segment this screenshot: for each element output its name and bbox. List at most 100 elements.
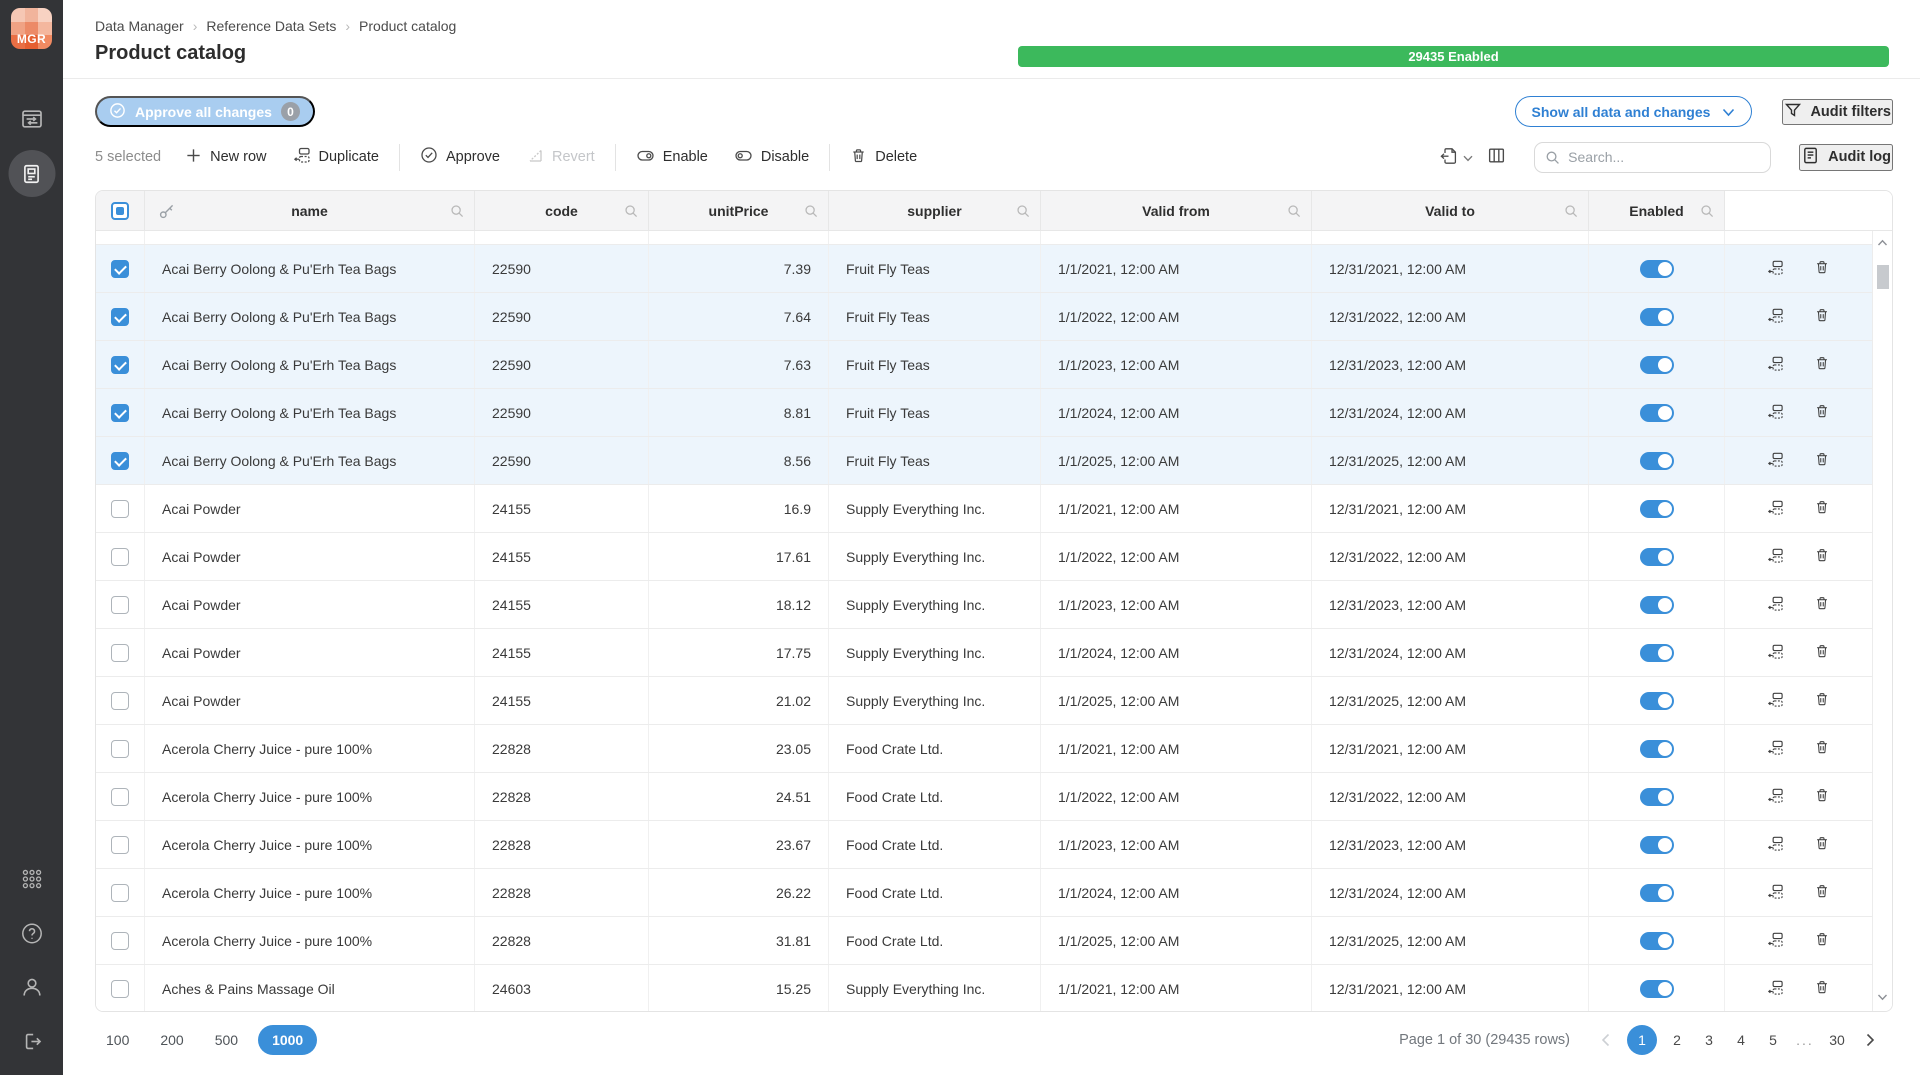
- cell-valid-to[interactable]: 12/31/2022, 12:00 AM: [1312, 293, 1589, 340]
- cell-valid-to[interactable]: 12/31/2023, 12:00 AM: [1312, 821, 1589, 868]
- duplicate-row-icon[interactable]: [1767, 883, 1784, 903]
- delete-row-icon[interactable]: [1814, 979, 1830, 998]
- delete-row-icon[interactable]: [1814, 643, 1830, 662]
- cell-valid-from[interactable]: 1/1/2024, 12:00 AM: [1041, 629, 1312, 676]
- cell-code[interactable]: 22828: [475, 917, 649, 964]
- header-cell-unitprice[interactable]: unitPrice: [649, 191, 829, 231]
- vertical-scrollbar[interactable]: [1872, 231, 1892, 1011]
- duplicate-row-icon[interactable]: [1767, 643, 1784, 663]
- row-checkbox[interactable]: [111, 308, 129, 326]
- cell-supplier[interactable]: Food Crate Ltd.: [829, 869, 1041, 916]
- header-cell-valid-to[interactable]: Valid to: [1312, 191, 1589, 231]
- cell-supplier[interactable]: Fruit Fly Teas: [829, 437, 1041, 484]
- delete-row-icon[interactable]: [1814, 259, 1830, 278]
- enable-button[interactable]: Enable: [636, 146, 708, 169]
- row-checkbox[interactable]: [111, 836, 129, 854]
- cell-code[interactable]: 22590: [475, 293, 649, 340]
- sidebar-item-apps[interactable]: [21, 868, 43, 890]
- cell-valid-to[interactable]: 12/31/2021, 12:00 AM: [1312, 245, 1589, 292]
- cell-valid-to[interactable]: 12/31/2021, 12:00 AM: [1312, 485, 1589, 532]
- delete-row-icon[interactable]: [1814, 595, 1830, 614]
- duplicate-row-icon[interactable]: [1767, 307, 1784, 327]
- cell-unitprice[interactable]: 18.12: [649, 581, 829, 628]
- row-checkbox[interactable]: [111, 596, 129, 614]
- cell-code[interactable]: 22590: [475, 389, 649, 436]
- enabled-toggle[interactable]: [1640, 452, 1674, 470]
- delete-row-icon[interactable]: [1814, 787, 1830, 806]
- delete-row-icon[interactable]: [1814, 883, 1830, 902]
- cell-name[interactable]: Acai Powder: [145, 629, 475, 676]
- audit-filters-button[interactable]: Audit filters: [1782, 99, 1893, 125]
- cell-valid-from[interactable]: 1/1/2025, 12:00 AM: [1041, 917, 1312, 964]
- enabled-toggle[interactable]: [1640, 884, 1674, 902]
- cell-code[interactable]: 22590: [475, 245, 649, 292]
- duplicate-row-icon[interactable]: [1767, 931, 1784, 951]
- page-number[interactable]: 1: [1627, 1025, 1657, 1055]
- sidebar-item-data-manager[interactable]: [20, 107, 44, 131]
- duplicate-row-icon[interactable]: [1767, 259, 1784, 279]
- cell-valid-from[interactable]: 1/1/2024, 12:00 AM: [1041, 869, 1312, 916]
- cell-valid-to[interactable]: 12/31/2025, 12:00 AM: [1312, 677, 1589, 724]
- delete-row-icon[interactable]: [1814, 835, 1830, 854]
- search-icon[interactable]: [623, 203, 639, 222]
- search-icon[interactable]: [1015, 203, 1031, 222]
- cell-supplier[interactable]: Supply Everything Inc.: [829, 965, 1041, 1011]
- cell-code[interactable]: 24155: [475, 629, 649, 676]
- page-number[interactable]: 30: [1825, 1025, 1849, 1055]
- cell-code[interactable]: 24155: [475, 677, 649, 724]
- cell-name[interactable]: Acerola Cherry Juice - pure 100%: [145, 869, 475, 916]
- cell-valid-to[interactable]: 12/31/2025, 12:00 AM: [1312, 917, 1589, 964]
- scroll-down-icon[interactable]: [1877, 988, 1888, 1006]
- delete-row-icon[interactable]: [1814, 547, 1830, 566]
- new-row-button[interactable]: New row: [185, 147, 266, 168]
- page-size-1000[interactable]: 1000: [258, 1025, 317, 1055]
- cell-unitprice[interactable]: 21.02: [649, 677, 829, 724]
- cell-unitprice[interactable]: 16.9: [649, 485, 829, 532]
- row-checkbox[interactable]: [111, 788, 129, 806]
- sidebar-item-logout[interactable]: [20, 1030, 43, 1053]
- enabled-toggle[interactable]: [1640, 932, 1674, 950]
- page-size-200[interactable]: 200: [149, 1026, 194, 1054]
- cell-code[interactable]: 22828: [475, 869, 649, 916]
- search-icon[interactable]: [449, 203, 465, 222]
- show-all-data-dropdown[interactable]: Show all data and changes: [1515, 96, 1753, 127]
- header-cell-name[interactable]: name: [145, 191, 475, 231]
- enabled-toggle[interactable]: [1640, 980, 1674, 998]
- header-cell-supplier[interactable]: supplier: [829, 191, 1041, 231]
- cell-unitprice[interactable]: 24.51: [649, 773, 829, 820]
- cell-supplier[interactable]: Supply Everything Inc.: [829, 677, 1041, 724]
- row-checkbox[interactable]: [111, 260, 129, 278]
- cell-name[interactable]: Acerola Cherry Juice - pure 100%: [145, 821, 475, 868]
- row-checkbox[interactable]: [111, 452, 129, 470]
- delete-row-icon[interactable]: [1814, 931, 1830, 950]
- breadcrumb-data-manager[interactable]: Data Manager: [95, 18, 184, 34]
- header-cell-valid-from[interactable]: Valid from: [1041, 191, 1312, 231]
- cell-supplier[interactable]: Food Crate Ltd.: [829, 773, 1041, 820]
- disable-button[interactable]: Disable: [734, 146, 809, 169]
- cell-name[interactable]: Acai Berry Oolong & Pu'Erh Tea Bags: [145, 389, 475, 436]
- cell-supplier[interactable]: Fruit Fly Teas: [829, 341, 1041, 388]
- search-icon[interactable]: [803, 203, 819, 222]
- cell-name[interactable]: Acai Powder: [145, 485, 475, 532]
- enabled-toggle[interactable]: [1640, 788, 1674, 806]
- cell-valid-from[interactable]: 1/1/2023, 12:00 AM: [1041, 581, 1312, 628]
- cell-valid-to[interactable]: 12/31/2024, 12:00 AM: [1312, 629, 1589, 676]
- cell-valid-to[interactable]: 12/31/2024, 12:00 AM: [1312, 389, 1589, 436]
- cell-valid-to[interactable]: 12/31/2022, 12:00 AM: [1312, 533, 1589, 580]
- cell-valid-to[interactable]: 12/31/2023, 12:00 AM: [1312, 581, 1589, 628]
- page-number[interactable]: 3: [1697, 1025, 1721, 1055]
- header-cell-enabled[interactable]: Enabled: [1589, 191, 1725, 231]
- row-checkbox[interactable]: [111, 644, 129, 662]
- cell-unitprice[interactable]: 26.22: [649, 869, 829, 916]
- duplicate-button[interactable]: Duplicate: [293, 146, 379, 168]
- enabled-toggle[interactable]: [1640, 596, 1674, 614]
- row-checkbox[interactable]: [111, 404, 129, 422]
- audit-log-button[interactable]: Audit log: [1799, 144, 1893, 171]
- delete-button[interactable]: Delete: [850, 147, 917, 168]
- duplicate-row-icon[interactable]: [1767, 739, 1784, 759]
- enabled-toggle[interactable]: [1640, 740, 1674, 758]
- cell-unitprice[interactable]: 7.39: [649, 245, 829, 292]
- cell-valid-to[interactable]: 12/31/2025, 12:00 AM: [1312, 437, 1589, 484]
- previous-page-icon[interactable]: [1595, 1033, 1616, 1047]
- row-checkbox[interactable]: [111, 740, 129, 758]
